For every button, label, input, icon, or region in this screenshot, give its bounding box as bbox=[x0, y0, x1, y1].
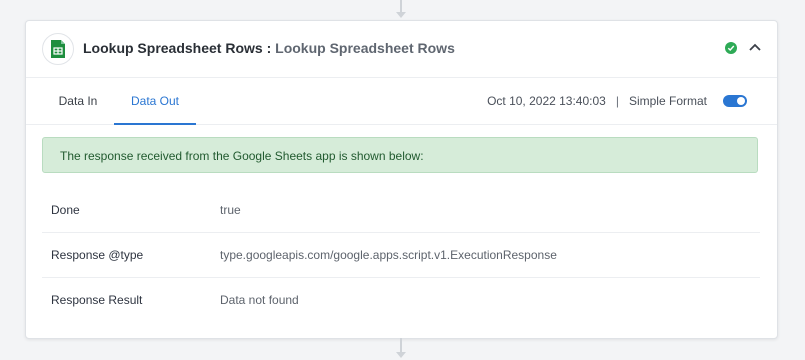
row-value: true bbox=[220, 203, 241, 217]
table-row: Response @type type.googleapis.com/googl… bbox=[42, 233, 760, 278]
row-value: type.googleapis.com/google.apps.script.v… bbox=[220, 248, 557, 262]
execution-meta: Oct 10, 2022 13:40:03 | Simple Format bbox=[487, 78, 747, 124]
flow-arrow-top bbox=[396, 12, 406, 18]
step-card-header[interactable]: Lookup Spreadsheet Rows : Lookup Spreads… bbox=[26, 21, 777, 78]
table-row: Response Result Data not found bbox=[42, 278, 760, 322]
row-key: Response @type bbox=[51, 248, 144, 262]
tab-data-out[interactable]: Data Out bbox=[114, 78, 196, 125]
tab-data-in[interactable]: Data In bbox=[43, 78, 113, 124]
step-card: Lookup Spreadsheet Rows : Lookup Spreads… bbox=[25, 20, 778, 339]
step-title-separator: : bbox=[266, 40, 272, 56]
table-row: Done true bbox=[42, 188, 760, 233]
simple-format-label: Simple Format bbox=[628, 94, 707, 108]
response-notice: The response received from the Google Sh… bbox=[42, 137, 758, 173]
toggle-knob bbox=[737, 97, 745, 105]
simple-format-toggle[interactable] bbox=[723, 95, 747, 107]
response-table: Done true Response @type type.googleapis… bbox=[42, 188, 760, 322]
row-value: Data not found bbox=[220, 293, 299, 307]
row-key: Response Result bbox=[51, 293, 143, 307]
step-title: Lookup Spreadsheet Rows : Lookup Spreads… bbox=[83, 40, 455, 56]
google-sheets-icon bbox=[42, 33, 74, 65]
tabs-bar: Data In Data Out Oct 10, 2022 13:40:03 |… bbox=[26, 78, 777, 125]
execution-timestamp: Oct 10, 2022 13:40:03 bbox=[487, 94, 606, 108]
chevron-up-icon[interactable] bbox=[746, 38, 764, 56]
meta-separator: | bbox=[615, 94, 619, 108]
flow-arrow-bottom bbox=[396, 352, 406, 358]
check-circle-icon bbox=[725, 42, 737, 54]
row-key: Done bbox=[51, 203, 80, 217]
step-title-sub: Lookup Spreadsheet Rows bbox=[275, 40, 455, 56]
step-title-main: Lookup Spreadsheet Rows bbox=[83, 40, 263, 56]
